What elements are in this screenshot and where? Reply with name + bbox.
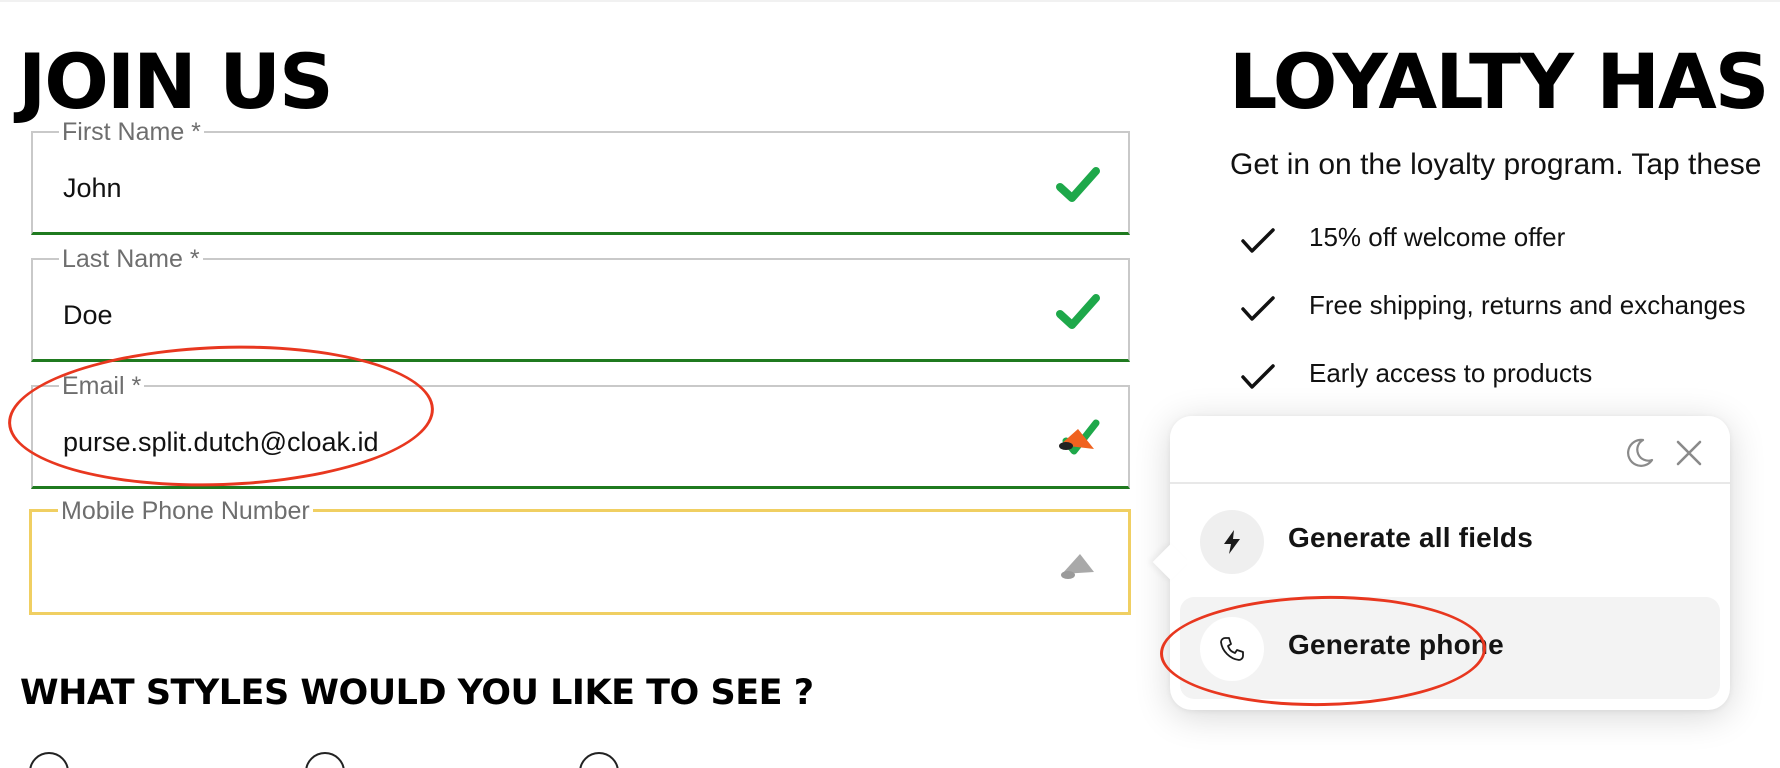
lightning-icon	[1224, 530, 1240, 554]
top-divider	[0, 0, 1780, 2]
cloak-email-icon[interactable]	[1056, 419, 1100, 459]
generate-phone-label: Generate phone	[1288, 629, 1504, 660]
check-icon	[1241, 364, 1275, 389]
first-name-value[interactable]: John	[63, 171, 122, 205]
phone-icon	[1220, 637, 1244, 661]
styles-question-title: WHAT STYLES WOULD YOU LIKE TO SEE ?	[20, 673, 814, 713]
loyalty-description: Get in on the loyalty program. Tap these	[1230, 148, 1762, 181]
first-name-label: First Name *	[59, 116, 204, 148]
popup-header	[1170, 416, 1730, 484]
generate-popup: Generate all fields Generate phone	[1152, 416, 1730, 710]
perk-label: Free shipping, returns and exchanges	[1309, 290, 1746, 320]
style-radio-1[interactable]	[29, 752, 69, 768]
perk-label: Early access to products	[1309, 358, 1593, 388]
mobile-phone-field[interactable]: Mobile Phone Number	[29, 495, 1131, 615]
mobile-phone-label: Mobile Phone Number	[58, 495, 313, 527]
email-field[interactable]: Email * purse.split.dutch@cloak.id	[31, 370, 1130, 489]
item-icon-circle	[1200, 510, 1264, 574]
first-name-field[interactable]: First Name * John	[31, 116, 1130, 235]
check-icon	[1241, 296, 1275, 321]
close-icon[interactable]	[1672, 436, 1706, 470]
checkmark-icon	[1056, 294, 1100, 329]
check-icon	[1241, 228, 1275, 253]
last-name-value[interactable]: Doe	[63, 298, 113, 332]
generate-phone-button[interactable]: Generate phone	[1180, 597, 1720, 699]
email-label: Email *	[59, 370, 145, 402]
join-us-title: JOIN US	[18, 37, 334, 126]
email-value[interactable]: purse.split.dutch@cloak.id	[63, 425, 379, 459]
perk-label: 15% off welcome offer	[1309, 222, 1566, 252]
checkmark-icon	[1056, 167, 1100, 202]
item-icon-circle	[1200, 617, 1264, 681]
last-name-label: Last Name *	[59, 243, 203, 275]
generate-all-fields-button[interactable]: Generate all fields	[1180, 490, 1720, 592]
last-name-field[interactable]: Last Name * Doe	[31, 243, 1130, 362]
cloak-phone-icon[interactable]	[1056, 544, 1100, 584]
style-radio-2[interactable]	[305, 752, 345, 768]
style-radio-3[interactable]	[579, 752, 619, 768]
generate-all-fields-label: Generate all fields	[1288, 522, 1534, 553]
loyalty-title: LOYALTY HAS	[1229, 37, 1770, 126]
moon-icon[interactable]	[1622, 436, 1656, 470]
